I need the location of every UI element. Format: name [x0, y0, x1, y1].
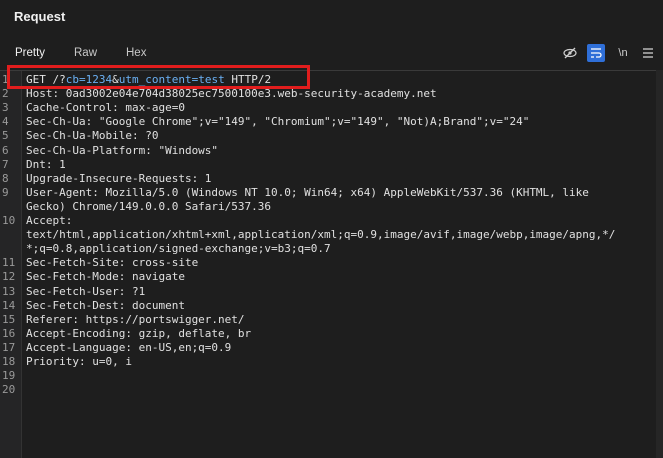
newline-icon[interactable]: \n — [614, 44, 632, 62]
line-number: 8 — [2, 171, 9, 185]
code-line: Accept-Language: en-US,en;q=0.9 — [26, 340, 232, 354]
menu-icon-graphic — [643, 48, 653, 58]
code-line: Priority: u=0, i — [26, 355, 132, 368]
code-line: Sec-Fetch-Site: cross-site — [26, 256, 199, 270]
tab-pretty[interactable]: Pretty — [15, 47, 45, 59]
line-number: 2 — [2, 87, 9, 101]
code-line: Sec-Fetch-Mode: navigate — [26, 270, 185, 284]
line-number: 15 — [2, 312, 16, 326]
wrap-icon-graphic — [591, 48, 602, 58]
code-line: Host: 0ad3002e04e704d38025ec7500100e3.we… — [26, 87, 437, 101]
code-line: Dnt: 1 — [26, 157, 66, 171]
line-number: 9 — [2, 185, 9, 199]
line-number: 11 — [2, 256, 16, 270]
code-line: Sec-Fetch-User: ?1 — [26, 284, 146, 298]
eye-off-icon[interactable] — [561, 44, 579, 62]
line-number: 16 — [2, 326, 16, 340]
line-number: 5 — [2, 129, 9, 143]
code-line: Sec-Ch-Ua: "Google Chrome";v="149", "Chr… — [26, 115, 530, 129]
code-line: Upgrade-Insecure-Requests: 1 — [26, 171, 212, 185]
tab-raw[interactable]: Raw — [74, 47, 97, 59]
tab-hex[interactable]: Hex — [126, 47, 146, 59]
code-line: Accept: — [26, 214, 73, 227]
code-line: text/html,application/xhtml+xml,applicat… — [26, 228, 616, 242]
editor-scrollbar[interactable] — [656, 70, 663, 458]
line-number: 13 — [2, 284, 16, 298]
line-number: 3 — [2, 101, 9, 115]
panel-title: Request — [14, 9, 66, 24]
line-number: 4 — [2, 115, 9, 129]
line-number: 6 — [2, 143, 9, 157]
wrap-icon[interactable] — [587, 44, 605, 62]
code-line: Sec-Ch-Ua-Mobile: ?0 — [26, 129, 159, 143]
code-line: Gecko) Chrome/149.0.0.0 Safari/537.36 — [26, 199, 272, 213]
code-line: Accept-Encoding: gzip, deflate, br — [26, 326, 252, 340]
highlight-box — [7, 65, 310, 89]
line-number: 10 — [2, 214, 16, 227]
code-line: User-Agent: Mozilla/5.0 (Windows NT 10.0… — [26, 185, 589, 199]
line-number: 14 — [2, 298, 16, 312]
line-number: 19 — [2, 369, 16, 383]
code-line: *;q=0.8,application/signed-exchange;v=b3… — [26, 242, 331, 256]
line-number: 12 — [2, 270, 16, 284]
line-number: 17 — [2, 340, 16, 354]
menu-icon[interactable] — [639, 44, 657, 62]
line-number: 7 — [2, 157, 9, 171]
line-number: 20 — [2, 383, 16, 397]
eye-off-icon-graphic — [563, 47, 577, 59]
code-line: Sec-Fetch-Dest: document — [26, 298, 185, 312]
line-number: 18 — [2, 355, 16, 368]
code-line: Cache-Control: max-age=0 — [26, 101, 185, 115]
code-line: Sec-Ch-Ua-Platform: "Windows" — [26, 143, 219, 157]
code-line: Referer: https://portswigger.net/ — [26, 312, 245, 326]
